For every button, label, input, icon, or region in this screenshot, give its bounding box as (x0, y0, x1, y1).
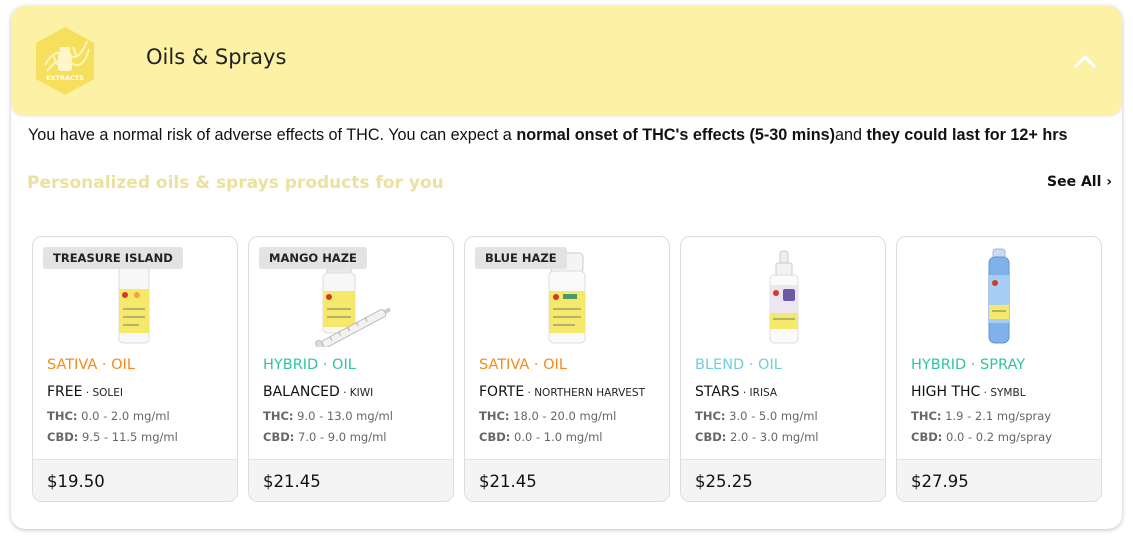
product-brand: · IRISA (739, 387, 778, 399)
product-category: SATIVA · OIL (47, 357, 135, 373)
product-price: $27.95 (911, 472, 969, 491)
product-card[interactable]: BLEND · OIL STARS · IRISA THC: 3.0 - 5.0… (680, 236, 886, 502)
product-name: BALANCED (263, 384, 340, 400)
product-name-line: FREE · SOLEI (47, 381, 123, 400)
product-card[interactable]: BLUE HAZE SATIVA · OIL FORTE · NORTHERN … (464, 236, 670, 502)
strain-tag: MANGO HAZE (259, 247, 367, 269)
strain-tag: TREASURE ISLAND (43, 247, 183, 269)
strain-tag: BLUE HAZE (475, 247, 567, 269)
panel-header[interactable]: EXTRACTS Oils & Sprays (11, 6, 1122, 115)
price-bar: $19.50 (33, 459, 237, 501)
cbd-content: CBD: 2.0 - 3.0 mg/ml (695, 430, 819, 444)
cbd-content: CBD: 0.0 - 0.2 mg/spray (911, 430, 1052, 444)
spray-bottle-icon (988, 248, 1010, 344)
price-bar: $27.95 (897, 459, 1101, 501)
product-name: STARS (695, 384, 740, 400)
product-price: $21.45 (479, 472, 537, 491)
product-name-line: FORTE · NORTHERN HARVEST (479, 381, 645, 400)
product-brand: · SOLEI (82, 387, 124, 399)
product-carousel: TREASURE ISLAND SATIVA · OIL FREE · SOLE… (32, 236, 1112, 502)
product-category: SATIVA · OIL (479, 357, 567, 373)
product-category: BLEND · OIL (695, 357, 782, 373)
product-name-line: BALANCED · KIWI (263, 381, 373, 400)
product-price: $19.50 (47, 472, 105, 491)
cbd-content: CBD: 0.0 - 1.0 mg/ml (479, 430, 603, 444)
dropper-bottle-icon (769, 250, 799, 344)
section-title: Personalized oils & sprays products for … (27, 173, 444, 193)
panel-title: Oils & Sprays (146, 45, 287, 69)
product-name: HIGH THC (911, 384, 981, 400)
thc-content: THC: 3.0 - 5.0 mg/ml (695, 409, 818, 423)
product-name: FORTE (479, 384, 525, 400)
extracts-badge-icon: EXTRACTS (36, 27, 94, 95)
svg-text:EXTRACTS: EXTRACTS (46, 74, 84, 82)
product-name: FREE (47, 384, 83, 400)
thc-content: THC: 18.0 - 20.0 mg/ml (479, 409, 617, 423)
product-card[interactable]: HYBRID · SPRAY HIGH THC · SYMBL THC: 1.9… (896, 236, 1102, 502)
product-category: HYBRID · OIL (263, 357, 356, 373)
product-category: HYBRID · SPRAY (911, 357, 1026, 373)
product-name-line: HIGH THC · SYMBL (911, 381, 1026, 400)
thc-content: THC: 0.0 - 2.0 mg/ml (47, 409, 170, 423)
price-bar: $21.45 (249, 459, 453, 501)
see-all-link[interactable]: See All › (1047, 174, 1112, 190)
product-brand: · NORTHERN HARVEST (524, 387, 645, 399)
thc-content: THC: 1.9 - 2.1 mg/spray (911, 409, 1052, 423)
product-card[interactable]: MANGO HAZE HYBRID · OIL BALANCED · KIWI … (248, 236, 454, 502)
price-bar: $21.45 (465, 459, 669, 501)
product-brand: · SYMBL (980, 387, 1026, 399)
product-brand: · KIWI (339, 387, 374, 399)
product-price: $25.25 (695, 472, 753, 491)
cbd-content: CBD: 7.0 - 9.0 mg/ml (263, 430, 387, 444)
thc-content: THC: 9.0 - 13.0 mg/ml (263, 409, 393, 423)
product-price: $21.45 (263, 472, 321, 491)
chevron-up-icon[interactable] (1071, 50, 1099, 72)
product-card[interactable]: TREASURE ISLAND SATIVA · OIL FREE · SOLE… (32, 236, 238, 502)
oils-sprays-panel: EXTRACTS Oils & Sprays You have a normal… (11, 6, 1122, 529)
cbd-content: CBD: 9.5 - 11.5 mg/ml (47, 430, 178, 444)
risk-description: You have a normal risk of adverse effect… (28, 126, 1068, 144)
price-bar: $25.25 (681, 459, 885, 501)
product-name-line: STARS · IRISA (695, 381, 777, 400)
